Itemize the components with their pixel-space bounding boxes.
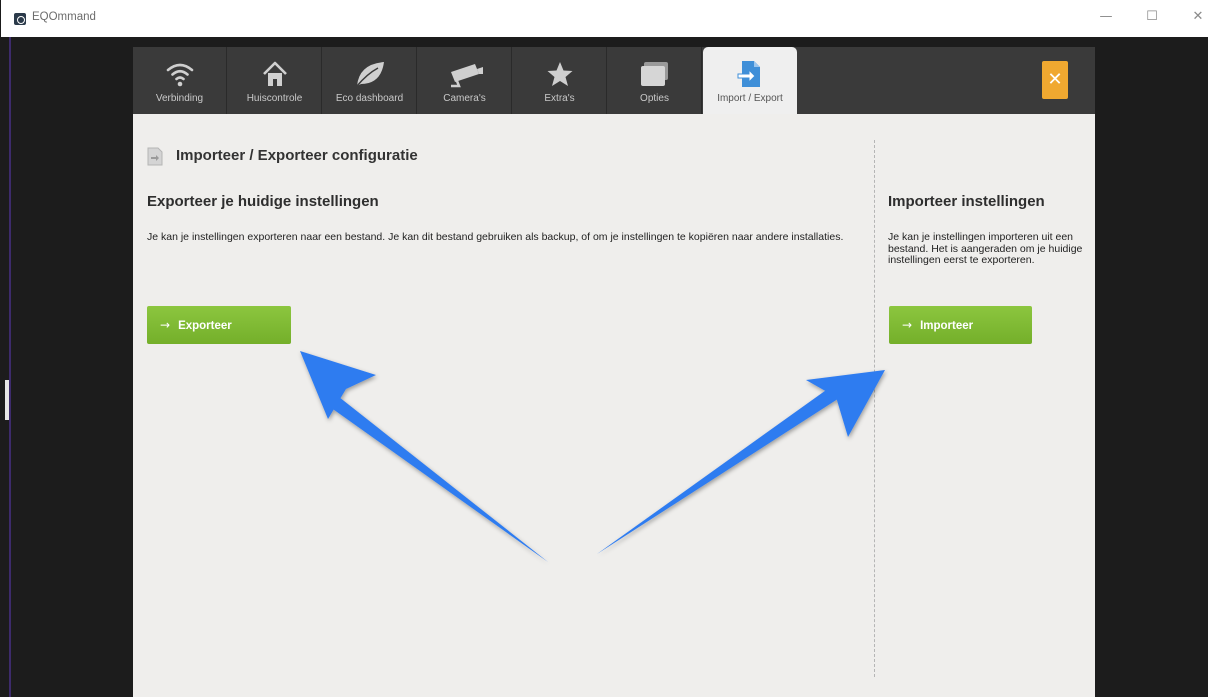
wifi-icon (166, 63, 193, 87)
export-button[interactable]: → Exporteer (147, 306, 291, 344)
tab-label: Camera's (443, 93, 486, 104)
export-title: Exporteer je huidige instellingen (147, 193, 379, 210)
tab-label: Import / Export (717, 93, 783, 104)
camera-icon (450, 64, 483, 88)
import-button-label: Importeer (920, 320, 974, 332)
star-icon (547, 62, 572, 86)
content-area: Importeer / Exporteer configuratie Expor… (133, 114, 1095, 697)
page-title: Importeer / Exporteer configuratie (176, 147, 418, 164)
main-navbar: Verbinding Huiscontrole Eco dashboard Ca… (133, 47, 1095, 114)
app-panel: Verbinding Huiscontrole Eco dashboard Ca… (133, 47, 1095, 697)
tab-import-export[interactable]: Import / Export (703, 47, 797, 114)
close-button[interactable]: ✕ (1042, 61, 1068, 99)
tab-extras[interactable]: Extra's (513, 47, 607, 114)
window-close-button[interactable]: ✕ (1190, 9, 1206, 25)
tab-label: Huiscontrole (246, 93, 303, 104)
tab-huiscontrole[interactable]: Huiscontrole (228, 47, 322, 114)
tab-opties[interactable]: Opties (608, 47, 702, 114)
tab-label: Verbinding (155, 93, 204, 104)
import-export-icon (737, 61, 760, 87)
arrow-right-icon: → (902, 318, 913, 332)
layers-icon (640, 62, 668, 86)
minimize-button[interactable]: — (1098, 9, 1114, 25)
window-title: EQOmmand (32, 11, 96, 23)
export-description: Je kan je instellingen exporteren naar e… (147, 231, 844, 243)
tab-label: Extra's (544, 93, 575, 104)
import-description: Je kan je instellingen importeren uit ee… (888, 231, 1083, 266)
leaf-icon (355, 62, 384, 87)
import-title: Importeer instellingen (888, 193, 1045, 210)
app-logo-icon (14, 13, 26, 25)
left-edge-accent (9, 37, 11, 697)
tab-verbinding[interactable]: Verbinding (133, 47, 227, 114)
arrow-right-icon: → (160, 318, 171, 332)
window-titlebar: EQOmmand — ☐ ✕ (0, 0, 1208, 37)
export-button-label: Exporteer (178, 320, 232, 332)
document-icon (147, 147, 163, 166)
house-icon (262, 61, 287, 86)
import-button[interactable]: → Importeer (889, 306, 1032, 344)
section-divider (874, 140, 875, 677)
maximize-button[interactable]: ☐ (1144, 9, 1160, 25)
tab-label: Eco dashboard (335, 93, 404, 104)
tab-cameras[interactable]: Camera's (418, 47, 512, 114)
left-edge-marker (5, 380, 9, 420)
tab-label: Opties (640, 93, 669, 104)
tab-eco-dashboard[interactable]: Eco dashboard (323, 47, 417, 114)
